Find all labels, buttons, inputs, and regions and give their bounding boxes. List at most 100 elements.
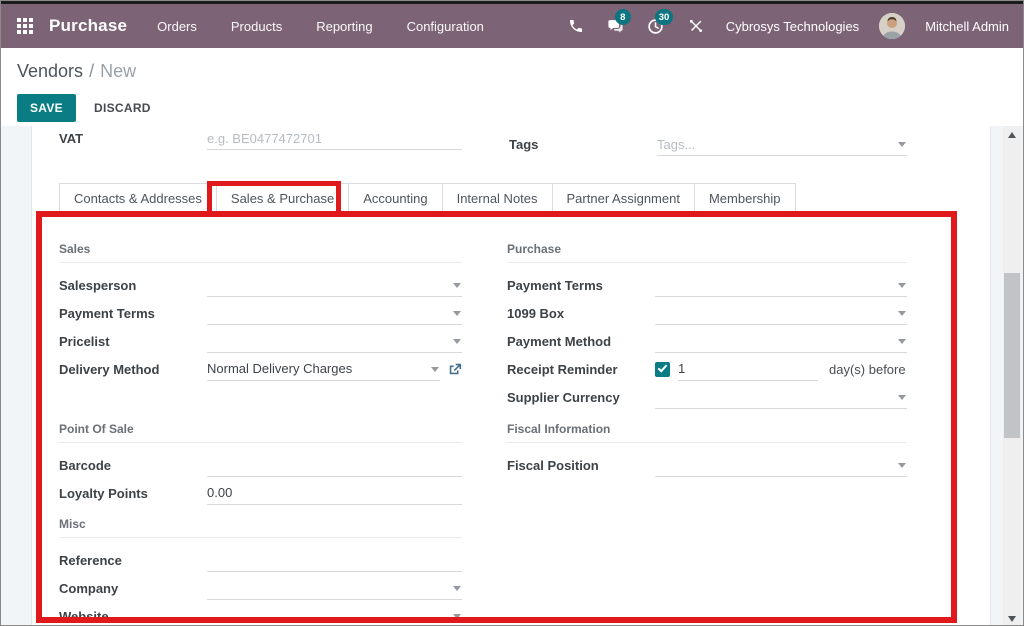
scrollbar-thumb[interactable] (1004, 273, 1020, 438)
field-row-delivery-method: Delivery Method (59, 355, 462, 383)
tags-label: Tags (509, 137, 538, 152)
chevron-down-icon[interactable] (453, 339, 461, 344)
purchase-payment-terms-field[interactable] (655, 274, 907, 297)
user-menu[interactable]: Mitchell Admin (925, 19, 1009, 34)
company-switcher[interactable]: Cybrosys Technologies (726, 19, 859, 34)
pricelist-field[interactable] (207, 330, 462, 353)
box-1099-field[interactable] (655, 302, 907, 325)
chevron-down-icon[interactable] (898, 339, 906, 344)
chevron-down-icon[interactable] (898, 463, 906, 468)
receipt-reminder-days-input[interactable] (678, 361, 818, 376)
tab-internal-notes[interactable]: Internal Notes (442, 183, 553, 214)
chevron-down-icon[interactable] (431, 367, 439, 372)
field-row-supplier-currency: Supplier Currency (507, 383, 907, 411)
website-input[interactable] (207, 608, 462, 623)
fiscal-position-field[interactable] (655, 454, 907, 477)
box-1099-input[interactable] (655, 305, 907, 320)
checkmark-icon (657, 362, 667, 372)
messages-badge: 8 (615, 9, 631, 25)
sales-payment-terms-input[interactable] (207, 305, 462, 320)
tab-accounting[interactable]: Accounting (348, 183, 442, 214)
supplier-currency-field[interactable] (655, 386, 907, 409)
tab-partner-assignment[interactable]: Partner Assignment (552, 183, 695, 214)
group-title-fiscal: Fiscal Information (507, 422, 907, 443)
menu-configuration[interactable]: Configuration (407, 19, 484, 34)
scroll-up-button[interactable] (1003, 126, 1021, 143)
payment-method-label: Payment Method (507, 334, 655, 349)
loyalty-points-input[interactable] (207, 485, 462, 500)
field-row-pricelist: Pricelist (59, 327, 462, 355)
salesperson-field[interactable] (207, 274, 462, 297)
receipt-reminder-checkbox[interactable] (655, 362, 670, 377)
group-fiscal-information: Fiscal Information Fiscal Position (507, 422, 907, 479)
apps-grid-icon[interactable] (17, 18, 33, 34)
company-input[interactable] (207, 580, 462, 595)
delivery-method-field[interactable] (207, 358, 440, 381)
payment-method-input[interactable] (655, 333, 907, 348)
tags-field[interactable] (657, 133, 907, 156)
vat-field[interactable] (207, 127, 462, 150)
navbar-left: Purchase Orders Products Reporting Confi… (17, 16, 484, 36)
breadcrumb-vendors[interactable]: Vendors (17, 61, 83, 81)
app-name[interactable]: Purchase (49, 16, 127, 36)
reference-input[interactable] (207, 552, 462, 567)
delivery-method-input[interactable] (207, 361, 440, 376)
group-title-pos: Point Of Sale (59, 422, 462, 443)
external-link-icon[interactable] (448, 362, 462, 376)
salesperson-input[interactable] (207, 277, 462, 292)
field-row-receipt-reminder: Receipt Reminder day(s) before (507, 355, 907, 383)
barcode-field[interactable] (207, 454, 462, 477)
chevron-down-icon[interactable] (898, 311, 906, 316)
payment-terms-label: Payment Terms (59, 306, 207, 321)
purchase-payment-terms-input[interactable] (655, 277, 907, 292)
messages-icon[interactable]: 8 (606, 16, 626, 36)
fiscal-position-input[interactable] (655, 457, 907, 472)
chevron-down-icon[interactable] (453, 283, 461, 288)
group-misc: Misc Reference Company Website (59, 517, 462, 626)
field-row-company: Company (59, 574, 462, 602)
user-avatar[interactable] (879, 13, 905, 39)
activities-badge: 30 (655, 9, 674, 25)
vertical-scrollbar[interactable] (1003, 126, 1021, 626)
chevron-down-icon[interactable] (898, 142, 906, 147)
reference-field[interactable] (207, 549, 462, 572)
chevron-down-icon[interactable] (453, 311, 461, 316)
phone-icon[interactable] (566, 16, 586, 36)
breadcrumb: Vendors / New (17, 61, 1007, 82)
vat-input[interactable] (207, 131, 462, 146)
menu-orders[interactable]: Orders (157, 19, 197, 34)
website-field[interactable] (207, 605, 462, 626)
tab-membership[interactable]: Membership (694, 183, 796, 214)
chevron-down-icon[interactable] (453, 614, 461, 619)
loyalty-points-field[interactable] (207, 482, 462, 505)
menu-products[interactable]: Products (231, 19, 282, 34)
pricelist-input[interactable] (207, 333, 462, 348)
sales-payment-terms-field[interactable] (207, 302, 462, 325)
tools-icon[interactable] (686, 16, 706, 36)
barcode-input[interactable] (207, 457, 462, 472)
payment-method-field[interactable] (655, 330, 907, 353)
tab-sales-purchase[interactable]: Sales & Purchase (216, 183, 349, 214)
control-panel: Vendors / New SAVE DISCARD (1, 48, 1023, 126)
supplier-currency-input[interactable] (655, 389, 907, 404)
activities-icon[interactable]: 30 (646, 16, 666, 36)
breadcrumb-current: New (100, 61, 136, 81)
company-field[interactable] (207, 577, 462, 600)
tags-input[interactable] (657, 137, 907, 152)
save-button[interactable]: SAVE (17, 94, 76, 122)
box-1099-label: 1099 Box (507, 306, 655, 321)
form-view: VAT Tags Contacts & Addresses Sales & Pu… (1, 126, 1023, 626)
group-point-of-sale: Point Of Sale Barcode Loyalty Points (59, 422, 462, 507)
website-label: Website (59, 609, 207, 624)
scroll-down-button[interactable] (1003, 610, 1021, 626)
chevron-down-icon[interactable] (453, 586, 461, 591)
chevron-down-icon[interactable] (898, 283, 906, 288)
discard-button[interactable]: DISCARD (90, 94, 155, 122)
receipt-reminder-days-field[interactable] (678, 358, 818, 381)
breadcrumb-separator: / (89, 61, 94, 81)
menu-reporting[interactable]: Reporting (316, 19, 372, 34)
purchase-payment-terms-label: Payment Terms (507, 278, 655, 293)
tab-contacts-addresses[interactable]: Contacts & Addresses (59, 183, 217, 214)
pricelist-label: Pricelist (59, 334, 207, 349)
chevron-down-icon[interactable] (898, 395, 906, 400)
